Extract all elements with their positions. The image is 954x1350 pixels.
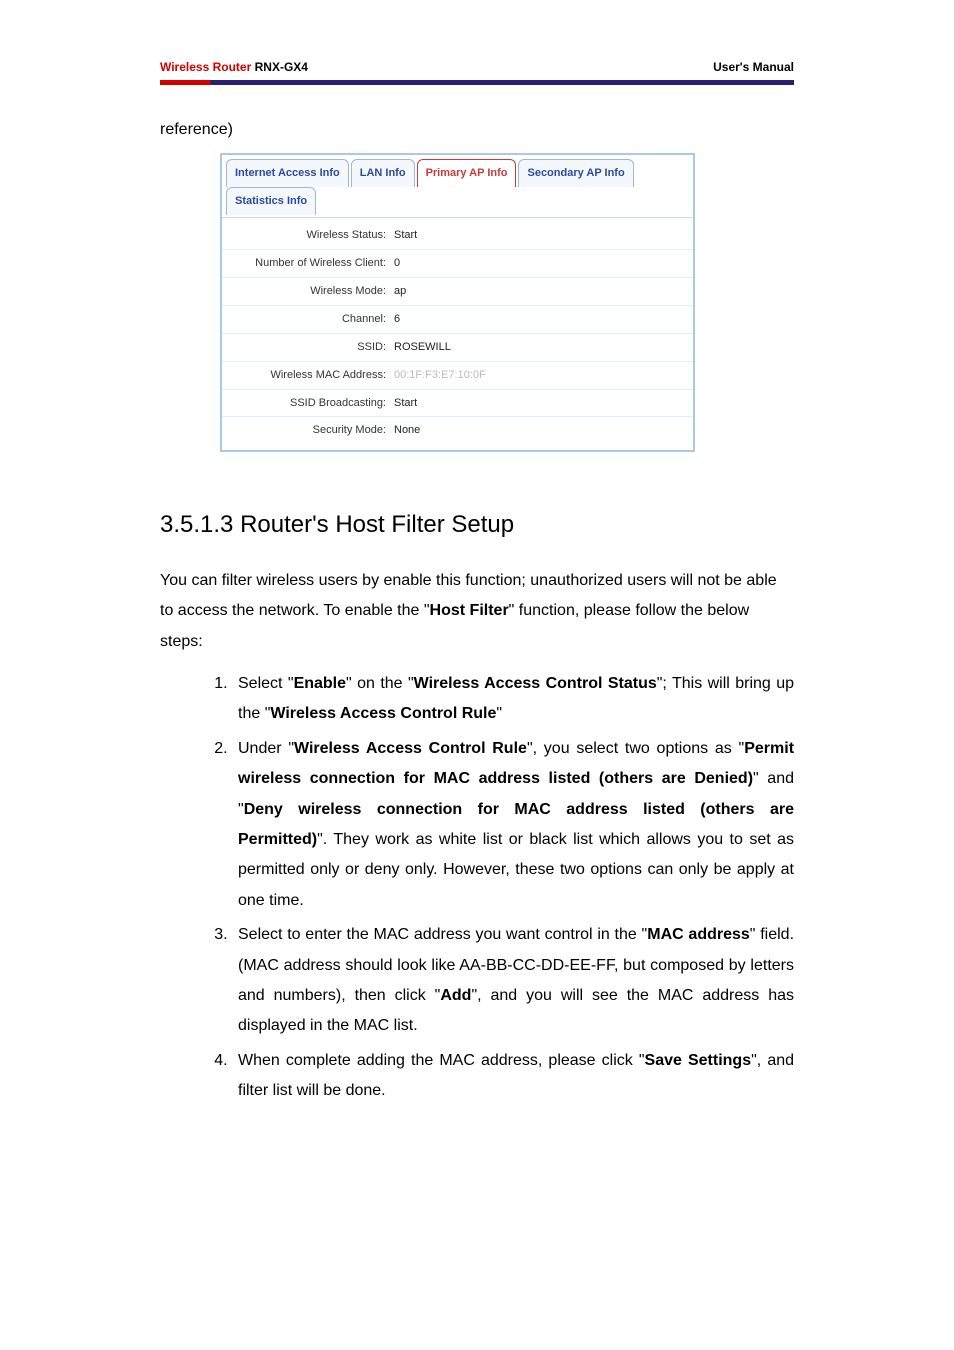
row-num-client: Number of Wireless Client: 0	[222, 250, 693, 278]
product-model: RNX-GX4	[255, 60, 308, 74]
label-channel: Channel:	[222, 309, 392, 330]
tab-internet-access[interactable]: Internet Access Info	[226, 159, 349, 187]
tab-primary-ap[interactable]: Primary AP Info	[417, 159, 517, 187]
value-broadcast: Start	[392, 393, 693, 414]
page-header: Wireless Router RNX-GX4 User's Manual	[160, 60, 794, 80]
steps-list: Select "Enable" on the "Wireless Access …	[160, 669, 794, 1106]
row-wireless-mode: Wireless Mode: ap	[222, 278, 693, 306]
row-security: Security Mode: None	[222, 417, 693, 444]
reference-continuation: reference)	[160, 115, 794, 145]
section-heading: 3.5.1.3 Router's Host Filter Setup	[160, 502, 794, 548]
label-num-client: Number of Wireless Client:	[222, 253, 392, 274]
label-ssid: SSID:	[222, 337, 392, 358]
label-security: Security Mode:	[222, 420, 392, 441]
tab-secondary-ap[interactable]: Secondary AP Info	[518, 159, 633, 187]
value-wireless-mode: ap	[392, 281, 693, 302]
tab-statistics[interactable]: Statistics Info	[226, 187, 316, 215]
value-mac: 00:1F:F3:E7:10:0F	[392, 365, 693, 386]
label-mac: Wireless MAC Address:	[222, 365, 392, 386]
label-broadcast: SSID Broadcasting:	[222, 393, 392, 414]
step-3: Select to enter the MAC address you want…	[232, 920, 794, 1042]
label-wireless-status: Wireless Status:	[222, 225, 392, 246]
tabs-row-1: Internet Access Info LAN Info Primary AP…	[222, 155, 693, 187]
header-left: Wireless Router RNX-GX4	[160, 60, 308, 74]
header-divider	[160, 80, 794, 85]
step-1: Select "Enable" on the "Wireless Access …	[232, 669, 794, 730]
label-wireless-mode: Wireless Mode:	[222, 281, 392, 302]
row-mac: Wireless MAC Address: 00:1F:F3:E7:10:0F	[222, 362, 693, 390]
row-broadcast: SSID Broadcasting: Start	[222, 390, 693, 418]
value-num-client: 0	[392, 253, 693, 274]
tab-lan-info[interactable]: LAN Info	[351, 159, 415, 187]
value-wireless-status: Start	[392, 225, 693, 246]
step-4: When complete adding the MAC address, pl…	[232, 1046, 794, 1107]
product-prefix: Wireless Router	[160, 60, 251, 74]
value-ssid: ROSEWILL	[392, 337, 693, 358]
info-table: Wireless Status: Start Number of Wireles…	[222, 217, 693, 450]
row-wireless-status: Wireless Status: Start	[222, 222, 693, 250]
row-ssid: SSID: ROSEWILL	[222, 334, 693, 362]
header-right: User's Manual	[713, 60, 794, 74]
row-channel: Channel: 6	[222, 306, 693, 334]
value-channel: 6	[392, 309, 693, 330]
router-ui-screenshot: Internet Access Info LAN Info Primary AP…	[220, 153, 794, 452]
intro-paragraph: You can filter wireless users by enable …	[160, 566, 794, 657]
tabs-row-2: Statistics Info	[222, 187, 693, 215]
step-2: Under "Wireless Access Control Rule", yo…	[232, 734, 794, 916]
value-security: None	[392, 420, 693, 441]
